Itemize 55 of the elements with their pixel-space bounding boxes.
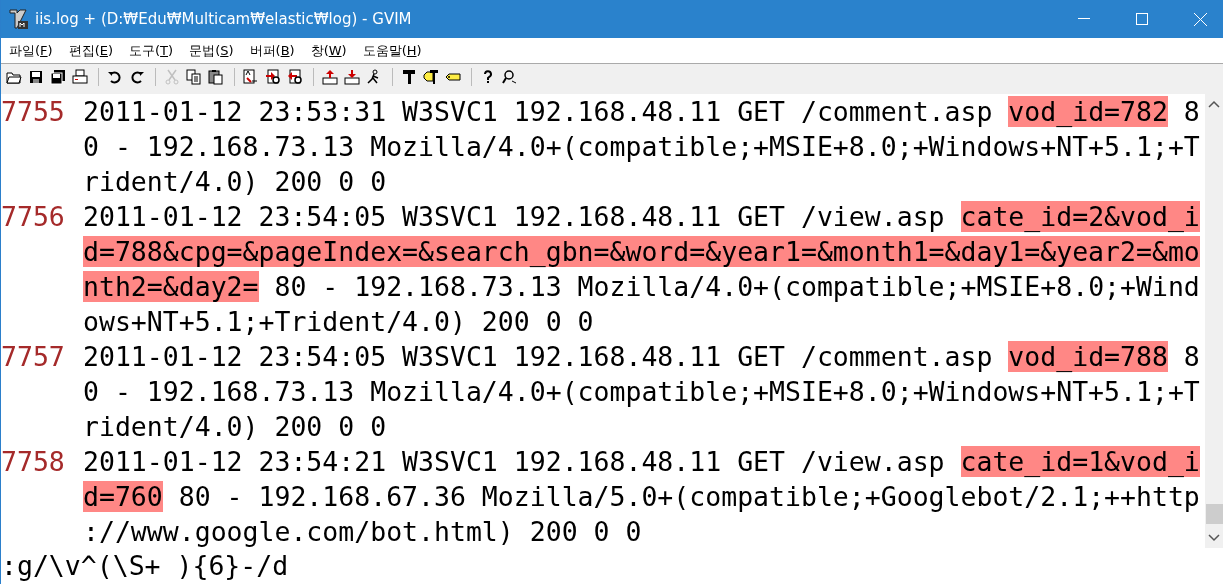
menu-item[interactable]: 창(W) [304,41,353,60]
minimize-icon [1078,18,1090,20]
log-text: 8 [1182,96,1200,127]
log-text: 2011-01-12 23:54:21 W3SVC1 192.168.48.11 GET /view.asp [83,446,946,477]
log-text: 80 - 192.168.73.13 Mozilla/4.0+(compatible;+MSIE+8.0;+Wind [273,271,1200,302]
find-right-icon[interactable] [265,69,281,85]
maximize-icon [1136,13,1148,25]
search-highlight: nth2=&day2= [83,271,259,302]
menu-item[interactable]: 편집(E) [62,41,119,60]
replace-icon[interactable] [243,69,259,85]
menu-item[interactable]: 도움말(H) [356,41,428,60]
line-number: 7757 [1,340,66,374]
vim-logo-icon [9,8,29,30]
line-number: 7755 [1,95,66,129]
folder-icon[interactable] [6,69,22,85]
menu-item[interactable]: 도구(T) [123,41,180,60]
scroll-down-icon[interactable] [1208,532,1220,542]
search-highlight: vod_id=782 [1008,96,1168,127]
line-number: 7758 [1,445,66,479]
scroll-thumb[interactable] [1205,504,1223,524]
copy-icon[interactable] [186,69,202,85]
line-number: 7756 [1,200,66,234]
menu-item[interactable]: 파일(F) [3,41,59,60]
log-text: 0 - 192.168.73.13 Mozilla/4.0+(compatible;+MSIE+8.0;+Windows+NT+5.1;+T [83,131,1200,162]
menu-item[interactable]: 버퍼(B) [243,41,301,60]
search-highlight: d=760 [83,481,163,512]
search-highlight: d=788&cpg=&pageIndex=&search_gbn=&word=&year1=&month1=&day1=&year2=&mo [83,236,1200,267]
log-text: 0 - 192.168.73.13 Mozilla/4.0+(compatible;+MSIE+8.0;+Windows+NT+5.1;+T [83,376,1200,407]
vertical-scrollbar[interactable] [1205,94,1223,548]
search-highlight: vod_id=788 [1008,341,1168,372]
tray-up-icon[interactable] [322,69,338,85]
menu-item[interactable]: 문법(S) [183,41,240,60]
hammer-tag-icon[interactable] [423,69,439,85]
search-highlight: cate_id=2&vod_i [960,201,1200,232]
log-text: rident/4.0) 200 0 0 [83,411,387,442]
find-left-icon[interactable] [287,69,303,85]
scroll-up-icon[interactable] [1208,100,1220,110]
floppy-disks-icon[interactable] [50,69,66,85]
log-text: ://www.google.com/bot.html) 200 0 0 [83,516,642,547]
log-text: 8 [1182,341,1200,372]
command-line[interactable]: :g/\v^(\S+ ){6}-/d [1,548,1223,584]
undo-icon[interactable] [107,69,123,85]
log-text: 80 - 192.168.67.36 Mozilla/5.0+(compatible;+Googlebot/2.1;++http [177,481,1200,512]
redo-icon[interactable] [129,69,145,85]
close-icon [1193,12,1207,26]
log-text: rident/4.0) 200 0 0 [83,166,387,197]
printer-icon[interactable] [72,69,88,85]
log-text: 2011-01-12 23:53:31 W3SVC1 192.168.48.11 GET /comment.asp [83,96,994,127]
search-highlight: cate_id=1&vod_i [960,446,1200,477]
window-title: iis.log + (D:₩Edu₩Multicam₩elastic₩log) - GVIM [35,10,413,28]
clipboard-icon[interactable] [208,69,224,85]
tray-down-icon[interactable] [344,69,360,85]
log-text: ows+NT+5.1;+Trident/4.0) 200 0 0 [83,306,594,337]
log-text: 2011-01-12 23:54:05 W3SVC1 192.168.48.11 GET /comment.asp [83,341,994,372]
log-text: 2011-01-12 23:54:05 W3SVC1 192.168.48.11 GET /view.asp [83,201,946,232]
